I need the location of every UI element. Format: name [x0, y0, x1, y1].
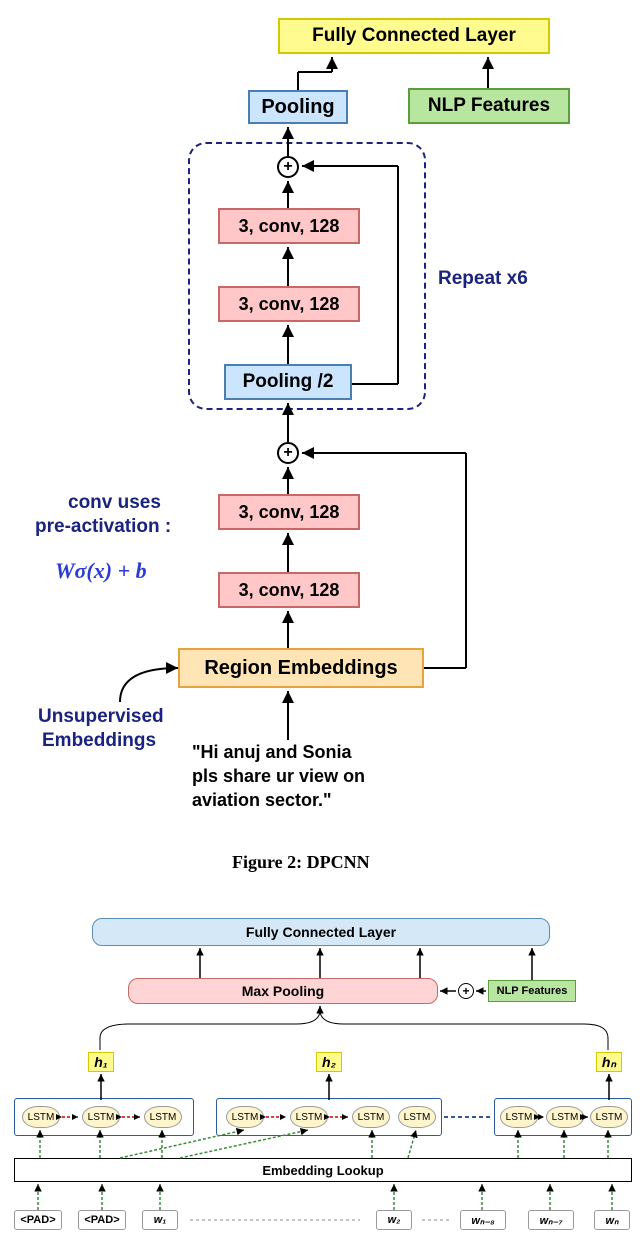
preact-label-2: pre-activation :	[35, 516, 171, 538]
unsup-label-1: Unsupervised	[38, 706, 164, 728]
pooling-half-box: Pooling /2	[224, 364, 352, 400]
lstm-cell: LSTM	[226, 1106, 264, 1128]
wn7-token: wₙ₋₇	[528, 1210, 574, 1230]
h2-box: h₂	[316, 1052, 342, 1072]
max-pooling-box: Max Pooling	[128, 978, 438, 1004]
plus-circle-3: +	[458, 983, 474, 999]
nlp-features-2: NLP Features	[488, 980, 576, 1002]
lstm-cell: LSTM	[290, 1106, 328, 1128]
formula-label: Wσ(x) + b	[55, 558, 147, 584]
hn-box: hₙ	[596, 1052, 622, 1072]
lstm-cell: LSTM	[22, 1106, 60, 1128]
lstm-cell: LSTM	[82, 1106, 120, 1128]
wn-token: wₙ	[594, 1210, 630, 1230]
pad-token-1: <PAD>	[14, 1210, 62, 1230]
lstm-cell: LSTM	[398, 1106, 436, 1128]
conv-box-4: 3, conv, 128	[218, 572, 360, 608]
embedding-lookup-box: Embedding Lookup	[14, 1158, 632, 1182]
plus-circle-2: +	[277, 442, 299, 464]
conv-box-1: 3, conv, 128	[218, 208, 360, 244]
w1-token: w₁	[142, 1210, 178, 1230]
nlp-features-box: NLP Features	[408, 88, 570, 124]
repeat-label: Repeat x6	[438, 268, 528, 290]
w2-token: w₂	[376, 1210, 412, 1230]
h1-box: h₁	[88, 1052, 114, 1072]
diagram-root: Fully Connected Layer Pooling NLP Featur…	[0, 0, 640, 1251]
region-embeddings-box: Region Embeddings	[178, 648, 424, 688]
input-text-line-2: pls share ur view on	[192, 766, 365, 787]
lstm-cell: LSTM	[144, 1106, 182, 1128]
unsup-label-2: Embeddings	[42, 730, 156, 752]
pooling-box: Pooling	[248, 90, 348, 124]
fc-layer-2: Fully Connected Layer	[92, 918, 550, 946]
conv-box-2: 3, conv, 128	[218, 286, 360, 322]
wn8-token: wₙ₋₈	[460, 1210, 506, 1230]
lstm-cell: LSTM	[352, 1106, 390, 1128]
preact-label-1: conv uses	[68, 492, 161, 514]
pad-token-2: <PAD>	[78, 1210, 126, 1230]
input-text-line-1: "Hi anuj and Sonia	[192, 742, 352, 763]
conv-box-3: 3, conv, 128	[218, 494, 360, 530]
input-text-line-3: aviation sector."	[192, 790, 332, 811]
fc-layer: Fully Connected Layer	[278, 18, 550, 54]
lstm-cell: LSTM	[546, 1106, 584, 1128]
lstm-cell: LSTM	[500, 1106, 538, 1128]
plus-circle-1: +	[277, 156, 299, 178]
lstm-cell: LSTM	[590, 1106, 628, 1128]
figure-caption: Figure 2: DPCNN	[232, 852, 370, 873]
